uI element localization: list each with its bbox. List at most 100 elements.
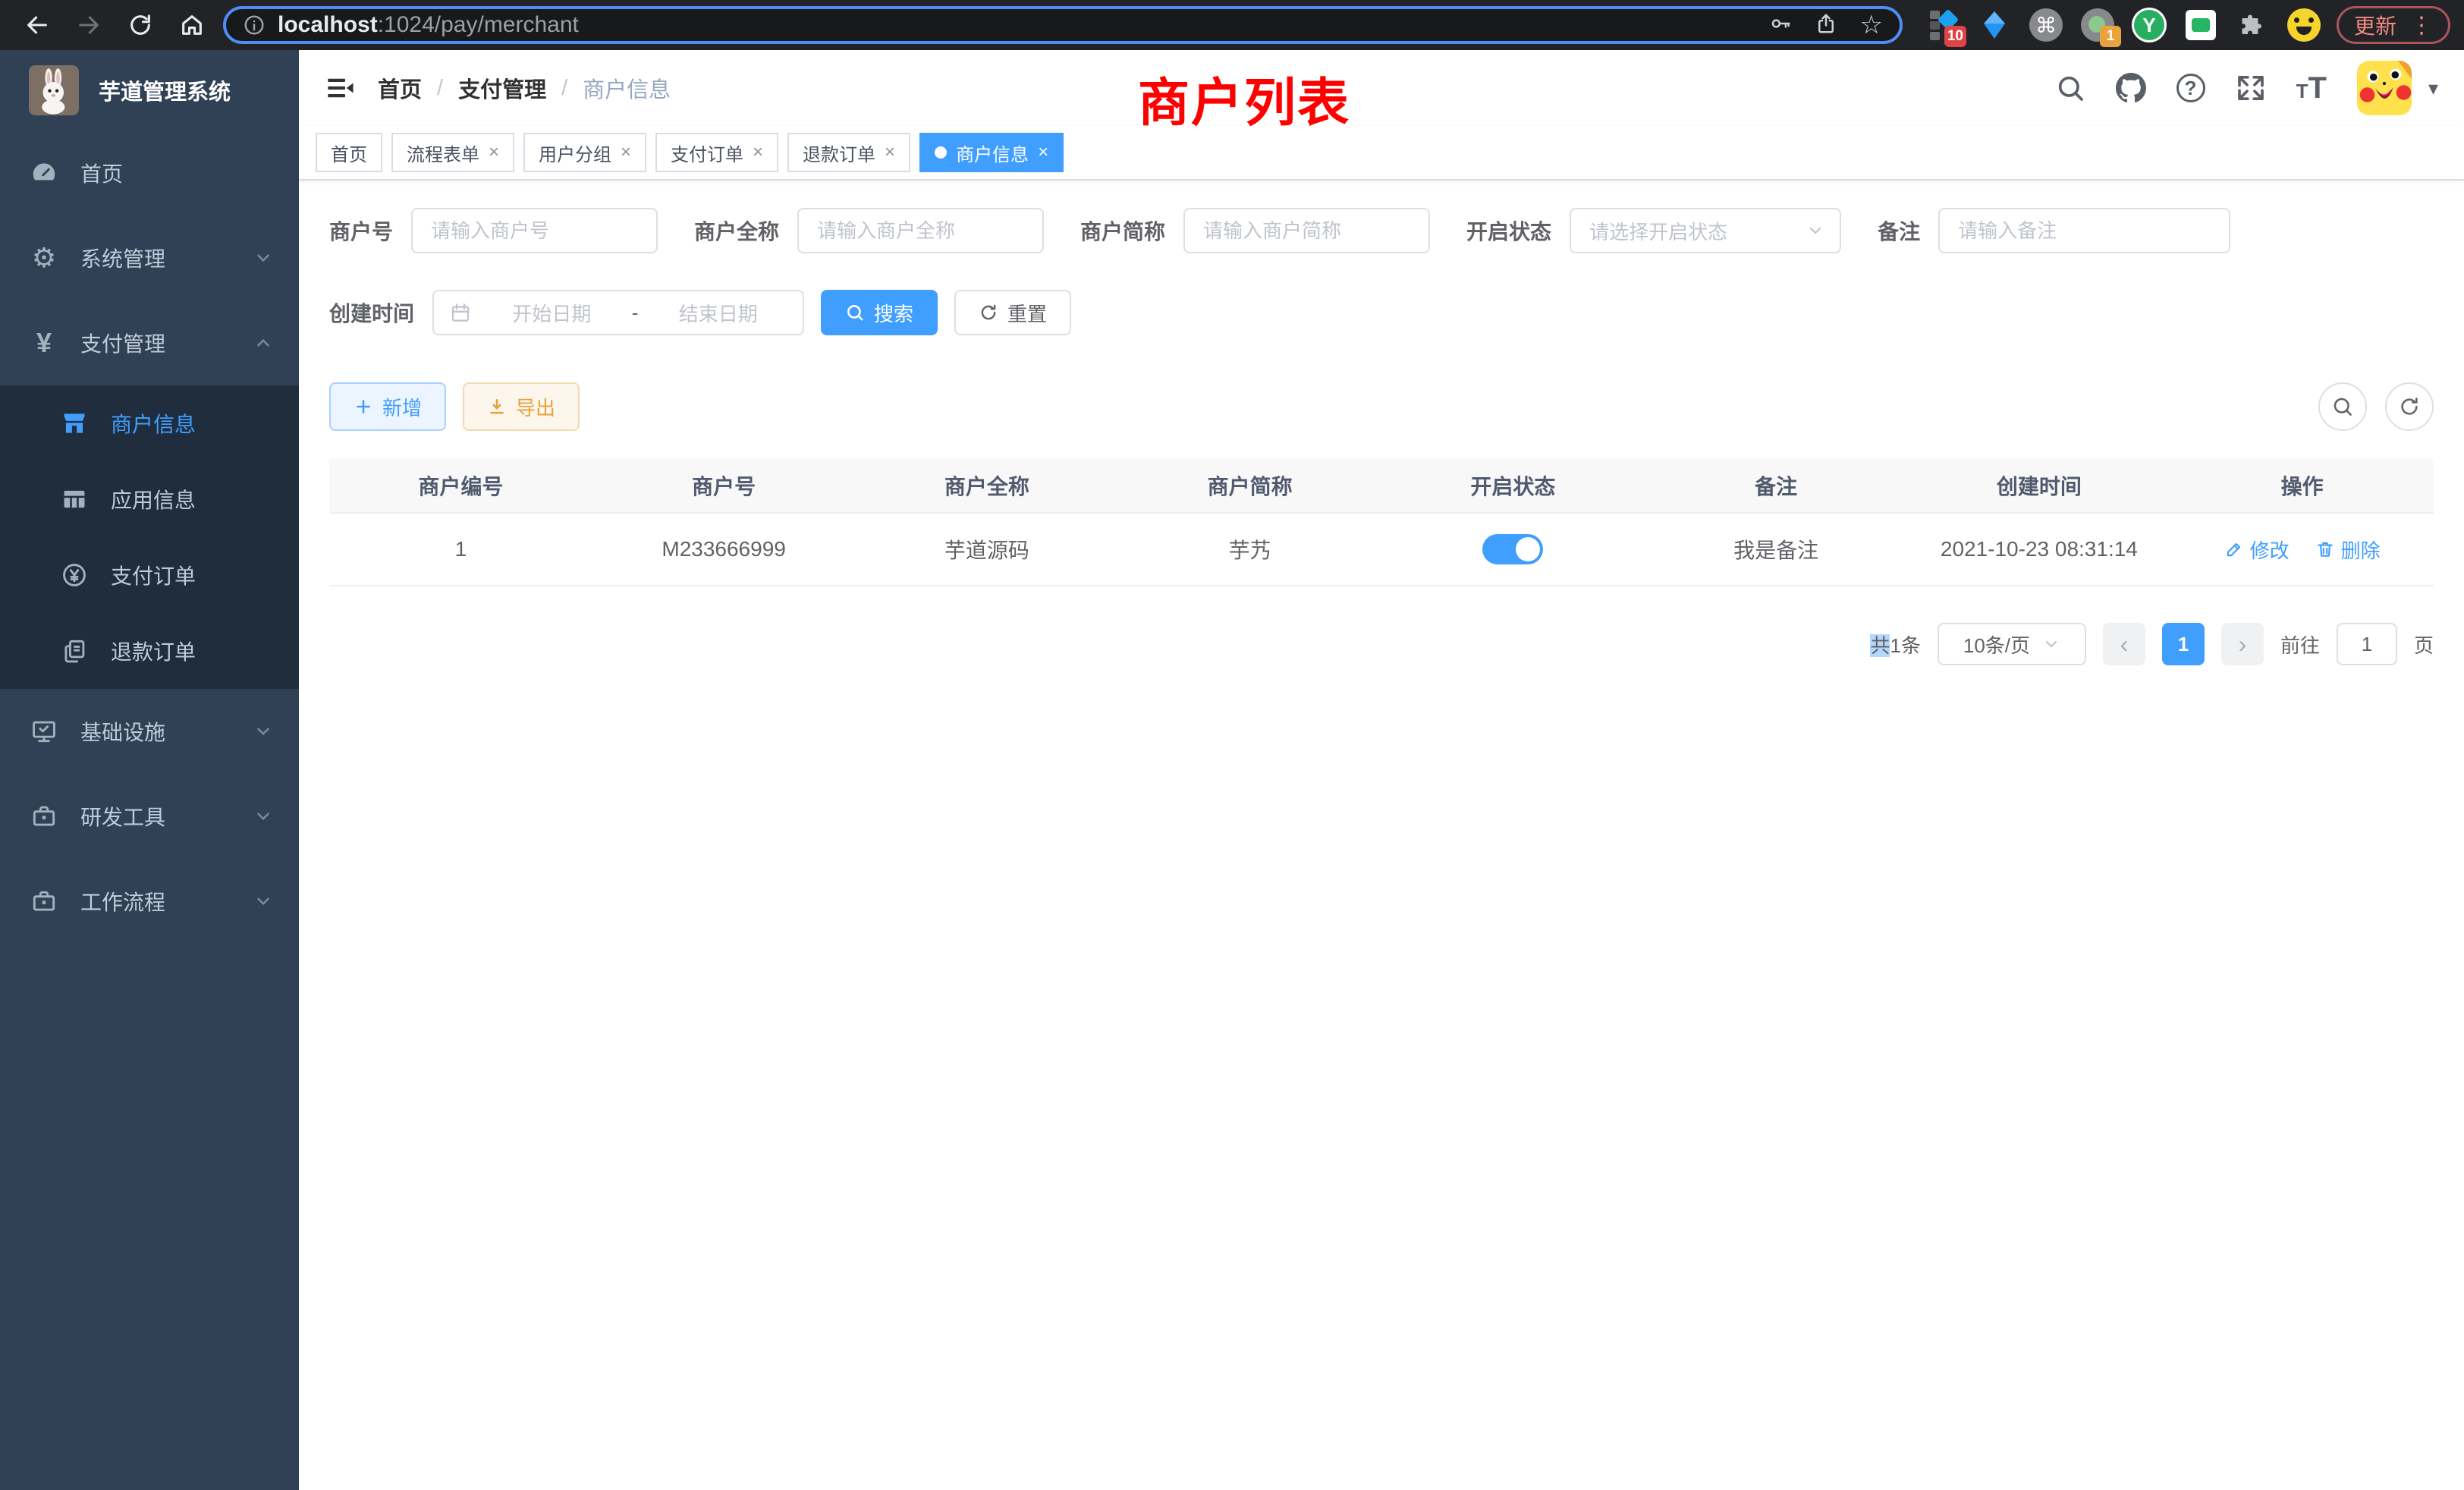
tab-close-icon[interactable]: × <box>621 143 631 162</box>
page-size-select[interactable]: 10条/页 <box>1938 623 2086 665</box>
navbar-actions: ? TT ▾ <box>2055 61 2438 115</box>
filter-merchant-no: 商户号 <box>329 208 658 253</box>
extension-badge: 1 <box>2100 26 2121 47</box>
tab-close-icon[interactable]: × <box>885 143 895 162</box>
monitor-icon <box>27 715 61 748</box>
extensions-puzzle-icon[interactable] <box>2235 8 2270 42</box>
fullscreen-icon[interactable] <box>2236 73 2266 103</box>
tab-user-group[interactable]: 用户分组 × <box>523 133 646 172</box>
chevron-down-icon <box>253 248 273 268</box>
tab-label: 支付订单 <box>671 140 743 166</box>
tab-pay-order[interactable]: 支付订单 × <box>655 133 778 172</box>
bookmark-star-icon[interactable]: ☆ <box>1860 12 1883 38</box>
table-refresh-icon[interactable] <box>2385 382 2434 431</box>
annotation-merchant-list: 商户列表 <box>1138 61 1350 136</box>
field-label: 商户简称 <box>1080 215 1165 246</box>
cell-full-name: 芋道源码 <box>856 513 1119 586</box>
sidebar-item-system[interactable]: ⚙ 系统管理 <box>0 215 299 300</box>
tab-refund-order[interactable]: 退款订单 × <box>787 133 910 172</box>
sidebar-logo-row[interactable]: 芋道管理系统 <box>0 50 299 130</box>
search-icon[interactable] <box>2055 73 2085 103</box>
url-text[interactable]: localhost:1024/pay/merchant <box>278 12 1769 38</box>
reset-button[interactable]: 重置 <box>954 290 1071 335</box>
tab-close-icon[interactable]: × <box>1038 143 1048 162</box>
sidebar-item-payment[interactable]: ¥ 支付管理 <box>0 300 299 385</box>
status-toggle[interactable] <box>1482 534 1543 564</box>
breadcrumb-home[interactable]: 首页 <box>378 72 422 104</box>
goto-page-input[interactable] <box>2337 623 2397 665</box>
browser-forward-icon[interactable] <box>73 9 105 41</box>
breadcrumb-section[interactable]: 支付管理 <box>458 72 546 104</box>
status-select[interactable]: 请选择开启状态 <box>1570 208 1841 253</box>
browser-menu-icon[interactable]: ⋮ <box>2410 12 2433 39</box>
merchant-no-input[interactable] <box>411 208 658 253</box>
next-page-button[interactable]: › <box>2221 623 2264 665</box>
sidebar-collapse-icon[interactable] <box>322 70 358 106</box>
tab-home[interactable]: 首页 <box>316 133 382 172</box>
sidebar-item-infrastructure[interactable]: 基础设施 <box>0 689 299 774</box>
tab-label: 用户分组 <box>539 140 611 166</box>
edit-link[interactable]: 修改 <box>2224 536 2290 564</box>
font-size-icon[interactable]: TT <box>2296 73 2327 103</box>
tab-close-icon[interactable]: × <box>753 143 763 162</box>
sidebar-item-home[interactable]: 首页 <box>0 130 299 215</box>
sidebar-item-dev-tools[interactable]: 研发工具 <box>0 774 299 859</box>
tab-process-form[interactable]: 流程表单 × <box>391 133 514 172</box>
breadcrumb: 首页 / 支付管理 / 商户信息 <box>378 72 671 104</box>
help-icon[interactable]: ? <box>2176 74 2205 102</box>
prev-page-button[interactable]: ‹ <box>2103 623 2145 665</box>
extension-kite-icon[interactable] <box>1977 8 2012 42</box>
tab-close-icon[interactable]: × <box>489 143 499 162</box>
table-search-toggle-icon[interactable] <box>2318 382 2367 431</box>
share-icon[interactable] <box>1815 12 1837 39</box>
delete-link[interactable]: 删除 <box>2315 536 2381 564</box>
sidebar-item-label: 首页 <box>80 158 123 188</box>
github-icon[interactable] <box>2116 73 2146 103</box>
yen-circle-icon <box>58 558 91 592</box>
date-range-picker[interactable]: 开始日期 - 结束日期 <box>432 290 804 335</box>
extension-grid-icon[interactable]: 10 <box>1925 8 1960 42</box>
filter-full-name: 商户全称 <box>694 208 1044 253</box>
export-button[interactable]: 导出 <box>463 382 580 431</box>
yen-icon: ¥ <box>27 326 61 360</box>
browser-reload-icon[interactable] <box>124 9 156 41</box>
sidebar-item-refund-order[interactable]: 退款订单 <box>0 613 299 689</box>
extension-emoji-icon[interactable] <box>2286 8 2321 42</box>
column-header: 开启状态 <box>1381 458 1645 513</box>
page-unit-label: 页 <box>2414 630 2434 659</box>
avatar-caret-icon[interactable]: ▾ <box>2428 77 2438 100</box>
browser-update-button[interactable]: 更新 ⋮ <box>2337 6 2450 44</box>
extension-chat-icon[interactable] <box>2183 8 2218 42</box>
url-path: :1024/pay/merchant <box>378 12 579 37</box>
tab-merchant-info[interactable]: 商户信息 × <box>919 133 1064 172</box>
extension-recorder-icon[interactable]: 1 <box>2080 8 2115 42</box>
browser-back-icon[interactable] <box>21 9 53 41</box>
sidebar-item-label: 退款订单 <box>111 636 196 666</box>
avatar[interactable] <box>2357 61 2412 115</box>
goto-label: 前往 <box>2280 630 2320 659</box>
filter-create-time: 创建时间 开始日期 - 结束日期 <box>329 290 804 335</box>
url-bar[interactable]: localhost:1024/pay/merchant ☆ <box>223 6 1903 44</box>
search-button[interactable]: 搜索 <box>821 290 938 335</box>
chevron-down-icon <box>2042 635 2060 653</box>
sidebar-item-label: 工作流程 <box>80 886 165 916</box>
current-page-button[interactable]: 1 <box>2162 623 2205 665</box>
sidebar-item-merchant[interactable]: 商户信息 <box>0 385 299 461</box>
password-key-icon[interactable] <box>1769 12 1792 39</box>
column-header: 操作 <box>2170 458 2434 513</box>
filter-short-name: 商户简称 <box>1080 208 1430 253</box>
remark-input[interactable] <box>1938 208 2230 253</box>
short-name-input[interactable] <box>1183 208 1430 253</box>
site-info-icon[interactable] <box>243 14 266 36</box>
extension-y-icon[interactable]: Y <box>2132 8 2167 42</box>
filter-row-2: 创建时间 开始日期 - 结束日期 搜索 <box>329 290 2434 335</box>
start-date-placeholder: 开始日期 <box>482 299 621 327</box>
sidebar-item-workflow[interactable]: 工作流程 <box>0 859 299 944</box>
sidebar-item-application[interactable]: 应用信息 <box>0 461 299 537</box>
extension-command-icon[interactable]: ⌘ <box>2029 8 2063 42</box>
browser-home-icon[interactable] <box>176 9 208 41</box>
full-name-input[interactable] <box>797 208 1044 253</box>
sidebar-item-pay-order[interactable]: 支付订单 <box>0 537 299 613</box>
page-content: 商户号 商户全称 商户简称 开启状态 请选择开启状态 <box>299 181 2464 1490</box>
add-button[interactable]: 新增 <box>329 382 446 431</box>
